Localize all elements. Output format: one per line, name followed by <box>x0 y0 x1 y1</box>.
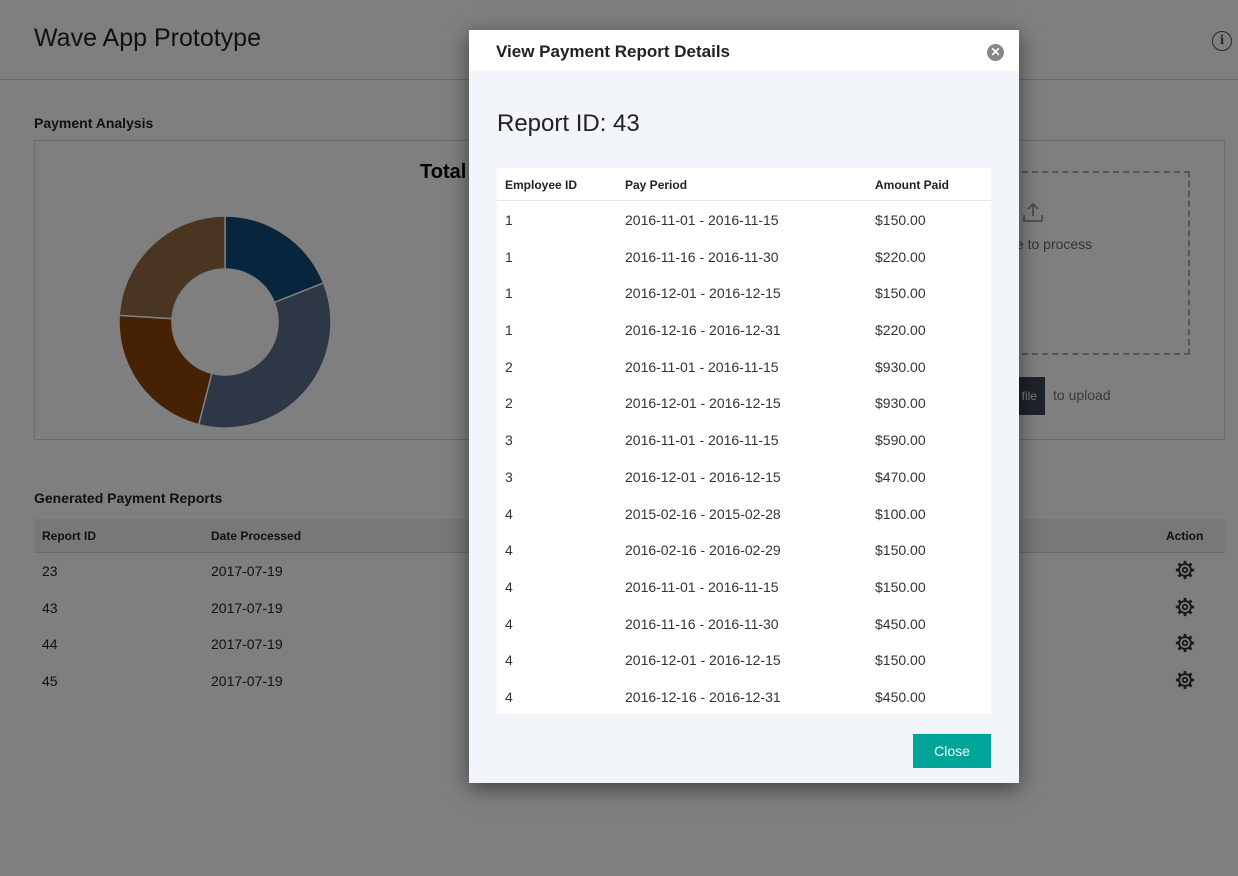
amount-paid-cell: $150.00 <box>875 285 926 302</box>
pay-period-cell: 2016-11-01 - 2016-11-15 <box>625 358 779 375</box>
payment-details-table: Employee ID Pay Period Amount Paid 1 2016… <box>497 168 991 714</box>
modal-header: View Payment Report Details ✕ <box>469 30 1019 71</box>
table-row: 4 2015-02-16 - 2015-02-28 $100.00 <box>497 495 991 532</box>
header-employee-id: Employee ID <box>505 178 578 192</box>
table-row: 1 2016-11-01 - 2016-11-15 $150.00 <box>497 201 991 238</box>
table-row: 4 2016-02-16 - 2016-02-29 $150.00 <box>497 531 991 568</box>
table-row: 1 2016-11-16 - 2016-11-30 $220.00 <box>497 238 991 275</box>
employee-id-cell: 1 <box>505 285 513 302</box>
pay-period-cell: 2016-12-16 - 2016-12-31 <box>625 688 781 705</box>
employee-id-cell: 3 <box>505 468 513 485</box>
header-amount-paid: Amount Paid <box>875 178 949 192</box>
pay-period-cell: 2016-11-01 - 2016-11-15 <box>625 212 779 228</box>
table-row: 2 2016-11-01 - 2016-11-15 $930.00 <box>497 348 991 385</box>
pay-period-cell: 2016-12-01 - 2016-12-15 <box>625 652 781 669</box>
pay-period-cell: 2016-11-01 - 2016-11-15 <box>625 432 779 449</box>
amount-paid-cell: $150.00 <box>875 542 926 559</box>
amount-paid-cell: $470.00 <box>875 468 926 485</box>
amount-paid-cell: $220.00 <box>875 248 926 265</box>
table-row: 4 2016-12-16 - 2016-12-31 $450.00 <box>497 678 991 715</box>
pay-period-cell: 2016-11-16 - 2016-11-30 <box>625 615 779 632</box>
employee-id-cell: 4 <box>505 688 513 705</box>
employee-id-cell: 2 <box>505 395 513 412</box>
employee-id-cell: 4 <box>505 652 513 669</box>
amount-paid-cell: $150.00 <box>875 212 926 228</box>
amount-paid-cell: $930.00 <box>875 358 926 375</box>
table-row: 4 2016-11-16 - 2016-11-30 $450.00 <box>497 605 991 642</box>
details-table-header: Employee ID Pay Period Amount Paid <box>497 168 991 201</box>
pay-period-cell: 2016-11-01 - 2016-11-15 <box>625 578 779 595</box>
header-pay-period: Pay Period <box>625 178 688 192</box>
employee-id-cell: 4 <box>505 505 513 522</box>
amount-paid-cell: $100.00 <box>875 505 926 522</box>
pay-period-cell: 2016-12-01 - 2016-12-15 <box>625 468 781 485</box>
pay-period-cell: 2016-12-01 - 2016-12-15 <box>625 285 781 302</box>
employee-id-cell: 1 <box>505 322 513 339</box>
pay-period-cell: 2016-12-16 - 2016-12-31 <box>625 322 781 339</box>
pay-period-cell: 2016-11-16 - 2016-11-30 <box>625 248 779 265</box>
employee-id-cell: 4 <box>505 615 513 632</box>
modal-title: View Payment Report Details <box>496 42 730 61</box>
employee-id-cell: 1 <box>505 212 513 228</box>
amount-paid-cell: $150.00 <box>875 652 926 669</box>
table-row: 1 2016-12-16 - 2016-12-31 $220.00 <box>497 311 991 348</box>
table-row: 4 2016-11-01 - 2016-11-15 $150.00 <box>497 568 991 605</box>
amount-paid-cell: $930.00 <box>875 395 926 412</box>
employee-id-cell: 1 <box>505 248 513 265</box>
pay-period-cell: 2015-02-16 - 2015-02-28 <box>625 505 781 522</box>
amount-paid-cell: $150.00 <box>875 578 926 595</box>
employee-id-cell: 2 <box>505 358 513 375</box>
close-icon[interactable]: ✕ <box>987 44 1004 61</box>
pay-period-cell: 2016-02-16 - 2016-02-29 <box>625 542 781 559</box>
table-row: 3 2016-11-01 - 2016-11-15 $590.00 <box>497 421 991 458</box>
table-row: 1 2016-12-01 - 2016-12-15 $150.00 <box>497 274 991 311</box>
table-row: 2 2016-12-01 - 2016-12-15 $930.00 <box>497 384 991 421</box>
amount-paid-cell: $450.00 <box>875 688 926 705</box>
close-button[interactable]: Close <box>913 734 991 768</box>
amount-paid-cell: $590.00 <box>875 432 926 449</box>
pay-period-cell: 2016-12-01 - 2016-12-15 <box>625 395 781 412</box>
employee-id-cell: 4 <box>505 542 513 559</box>
table-row: 4 2016-12-01 - 2016-12-15 $150.00 <box>497 641 991 678</box>
employee-id-cell: 4 <box>505 578 513 595</box>
amount-paid-cell: $450.00 <box>875 615 926 632</box>
report-id-heading: Report ID: 43 <box>497 110 640 137</box>
table-row: 3 2016-12-01 - 2016-12-15 $470.00 <box>497 458 991 495</box>
payment-report-modal: View Payment Report Details ✕ Report ID:… <box>469 30 1019 783</box>
employee-id-cell: 3 <box>505 432 513 449</box>
amount-paid-cell: $220.00 <box>875 322 926 339</box>
